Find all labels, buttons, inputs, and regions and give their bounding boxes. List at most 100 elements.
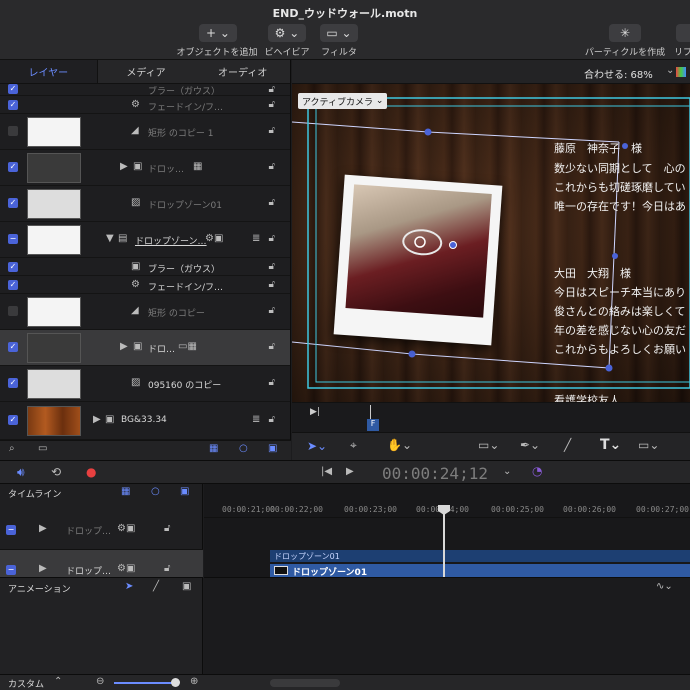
zoom-in-icon[interactable]: ⊕ xyxy=(190,676,198,687)
layer-checkbox[interactable]: ✓ xyxy=(8,262,18,272)
timeline-track-row[interactable]: − ▶ ドロップ… ⚙▣ 🔓︎ xyxy=(0,518,203,550)
layer-row[interactable]: ✓ ▶ ▣ BG&33.34 ≣ 🔓︎ xyxy=(0,402,290,440)
disclosure-triangle-icon[interactable]: ▶ xyxy=(39,563,47,574)
animation-editor-graph[interactable]: ∿⌄ xyxy=(204,577,690,674)
layer-row[interactable]: ✓ ▣ ブラー（ガウス） 🔓︎ xyxy=(0,258,290,276)
lock-icon[interactable]: 🔓︎ xyxy=(269,279,275,290)
layer-row[interactable]: ✓ ⚙ フェードイン/フ… 🔓︎ xyxy=(0,96,290,114)
lock-icon[interactable]: 🔓︎ xyxy=(269,414,275,425)
play-icon[interactable]: ▶ xyxy=(346,466,354,477)
transform-3d-icon[interactable]: ⌖ xyxy=(350,438,357,453)
mini-timeline[interactable]: ▶| F xyxy=(292,402,690,432)
go-to-start-icon[interactable]: |◀ xyxy=(321,466,332,477)
record-icon[interactable]: ● xyxy=(86,465,96,479)
active-camera-menu[interactable]: アクティブカメラ ⌄ xyxy=(298,93,388,109)
layer-checkbox[interactable] xyxy=(8,306,18,316)
pen-tool-icon[interactable]: ✒⌄ xyxy=(520,438,540,452)
disclosure-open-icon[interactable]: ▼ xyxy=(106,233,114,244)
play-range-start-icon[interactable]: ▶| xyxy=(310,407,320,417)
zoom-fit-menu[interactable]: 合わせる: 68% xyxy=(584,66,653,81)
layer-checkbox[interactable]: − xyxy=(8,234,18,244)
layer-checkbox[interactable] xyxy=(8,126,18,136)
layer-checkbox[interactable]: ✓ xyxy=(8,100,18,110)
text-tool-icon[interactable]: T⌄ xyxy=(600,437,621,453)
layer-row[interactable]: ✓ ブラー（ガウス） 🔓︎ xyxy=(0,84,290,97)
layer-row[interactable]: ✓ ⚙ フェードイン/フ… 🔓︎ xyxy=(0,276,290,294)
lock-icon[interactable]: 🔓︎ xyxy=(269,341,275,352)
audio-waveform-icon[interactable]: ∿⌄ xyxy=(656,581,673,592)
lock-icon[interactable]: 🔓︎ xyxy=(269,161,275,172)
disclosure-triangle-icon[interactable]: ▶ xyxy=(120,161,128,172)
tab-audio[interactable]: オーディオ xyxy=(194,60,290,83)
layer-checkbox[interactable]: ✓ xyxy=(8,378,18,388)
lock-icon[interactable]: 🔓︎ xyxy=(269,305,275,316)
replicator-button[interactable] xyxy=(676,24,690,42)
tab-media[interactable]: メディア xyxy=(98,60,195,83)
lock-icon[interactable]: 🔓︎ xyxy=(164,523,170,534)
particles-button[interactable]: ✳ xyxy=(609,24,641,42)
preset-label[interactable]: カスタム xyxy=(8,677,44,690)
lock-icon[interactable]: 🔓︎ xyxy=(269,99,275,110)
pen-tool-icon[interactable]: ╱ xyxy=(153,581,159,592)
track-checkbox[interactable]: − xyxy=(6,565,16,575)
shape-tool-icon[interactable]: ▭⌄ xyxy=(478,438,499,452)
paint-tool-icon[interactable]: ╱ xyxy=(564,438,571,452)
animation-label[interactable]: アニメーション xyxy=(8,582,71,595)
canvas-viewer[interactable]: アクティブカメラ ⌄ 藤原 神奈子 様 数少ない同期として 心の これからも切磋… xyxy=(292,84,690,402)
mask-tool-icon[interactable]: ▭⌄ xyxy=(638,438,659,452)
timeline-clip[interactable]: ドロップゾーン01 xyxy=(270,550,690,562)
disclosure-triangle-icon[interactable]: ▶ xyxy=(93,414,101,425)
layer-checkbox[interactable]: ✓ xyxy=(8,84,18,94)
chevron-down-icon[interactable]: ⌄ xyxy=(503,466,511,477)
search-icon[interactable]: ⌕ xyxy=(9,443,15,454)
timeline-tracks[interactable]: 00:00:21;00 00:00:22;00 00:00:23;00 00:0… xyxy=(204,484,690,578)
lock-icon[interactable]: 🔓︎ xyxy=(269,377,275,388)
lock-icon[interactable]: 🔓︎ xyxy=(164,563,170,574)
mini-playhead[interactable] xyxy=(370,405,371,419)
timeline-clip-selected[interactable]: ドロップゾーン01 xyxy=(270,564,690,578)
layer-checkbox[interactable]: ✓ xyxy=(8,342,18,352)
stepper-icon[interactable]: ⌃ xyxy=(54,676,62,687)
layer-row[interactable]: − ▼ ▤ ドロップゾーン… ⚙▣ ≣ 🔓︎ xyxy=(0,222,290,258)
tab-layers[interactable]: レイヤー xyxy=(0,60,98,83)
filters-toggle-icon[interactable]: ▦ xyxy=(209,443,218,454)
timecode-display[interactable]: 00:00:24;12 xyxy=(382,464,488,483)
lock-icon[interactable]: 🔓︎ xyxy=(269,84,275,95)
lock-icon[interactable]: 🔓︎ xyxy=(269,233,275,244)
keyframe-marker[interactable]: F xyxy=(367,419,379,431)
chevron-down-icon[interactable]: ⌄ xyxy=(666,65,674,76)
select-tool-icon[interactable]: ➤⌄ xyxy=(307,439,327,453)
layer-row[interactable]: ◢ 矩形 のコピー 🔓︎ xyxy=(0,294,290,330)
layer-row[interactable]: ✓ ▨ ドロップゾーン01 🔓︎ xyxy=(0,186,290,222)
behaviors-toggle-icon[interactable]: ○ xyxy=(239,443,248,454)
lock-icon[interactable]: 🔓︎ xyxy=(269,197,275,208)
zoom-slider-knob[interactable] xyxy=(171,678,180,687)
behaviors-button[interactable]: ⚙ ⌄ xyxy=(268,24,306,42)
masks-toggle-icon[interactable]: ▣ xyxy=(180,486,189,497)
loop-icon[interactable]: ⟲ xyxy=(51,465,61,479)
layer-row-selected[interactable]: ✓ ▶ ▣ ドロ… ▭▦ 🔓︎ xyxy=(0,330,290,366)
zoom-slider-fill[interactable] xyxy=(114,682,176,684)
filters-toggle-icon[interactable]: ▦ xyxy=(121,486,130,497)
zoom-out-icon[interactable]: ⊖ xyxy=(96,676,104,687)
layer-row[interactable]: ✓ ▨ 095160 のコピー 🔓︎ xyxy=(0,366,290,402)
layer-checkbox[interactable]: ✓ xyxy=(8,280,18,290)
timing-icon[interactable]: ◔ xyxy=(532,464,542,478)
thumbnail-toggle-icon[interactable]: ▭ xyxy=(38,443,47,454)
horizontal-scrollbar[interactable] xyxy=(270,679,340,687)
layer-row[interactable]: ✓ ▶ ▣ ドロッ… ▦ 🔓︎ xyxy=(0,150,290,186)
disclosure-triangle-icon[interactable]: ▶ xyxy=(120,341,128,352)
behaviors-toggle-icon[interactable]: ○ xyxy=(151,486,160,497)
lock-icon[interactable]: 🔓︎ xyxy=(269,125,275,136)
layer-checkbox[interactable]: ✓ xyxy=(8,415,18,425)
masks-toggle-icon[interactable]: ▣ xyxy=(268,443,277,454)
audio-icon[interactable]: 🔊︎ xyxy=(17,465,25,480)
select-tool-icon[interactable]: ➤ xyxy=(125,581,133,592)
layer-checkbox[interactable]: ✓ xyxy=(8,198,18,208)
frame-icon[interactable]: ▣ xyxy=(182,581,191,592)
track-checkbox[interactable]: − xyxy=(6,525,16,535)
pan-tool-icon[interactable]: ✋⌄ xyxy=(387,438,412,452)
filters-button[interactable]: ▭ ⌄ xyxy=(320,24,358,42)
color-channel-icon[interactable] xyxy=(676,67,686,77)
layer-checkbox[interactable]: ✓ xyxy=(8,162,18,172)
